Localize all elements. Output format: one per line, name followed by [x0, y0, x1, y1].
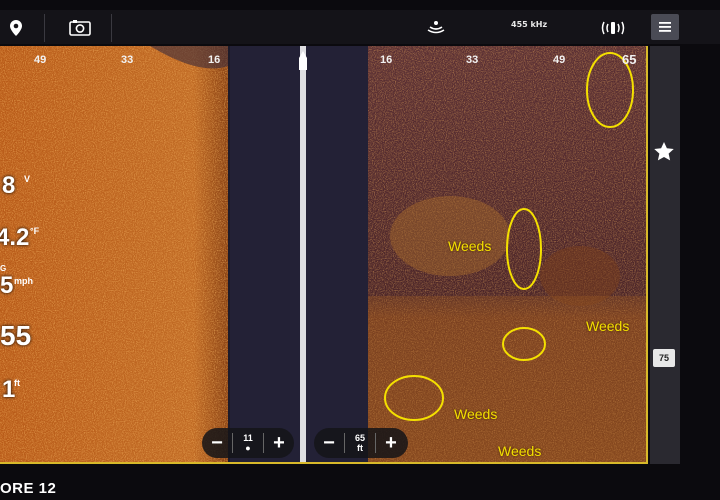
right-range-tick: 49 [553, 54, 566, 66]
zoom-out-button[interactable]: − [202, 428, 232, 458]
right-rail [650, 46, 680, 464]
depth-marker-badge: 75 [653, 349, 675, 367]
star-icon [654, 142, 674, 161]
right-range-tick: 16 [380, 54, 393, 66]
zoom-in-button[interactable]: + [264, 428, 294, 458]
weeds-label: Weeds [586, 318, 630, 334]
range-value-number: 65 [354, 433, 365, 443]
map-pin-icon [10, 20, 22, 36]
menu-button[interactable] [651, 14, 679, 40]
time-value: 55 [0, 320, 32, 351]
voltage-value: 8 [2, 172, 16, 199]
sonar-image [0, 46, 646, 462]
zoom-level-value: 11 [243, 433, 253, 443]
sonar-beam-icon [427, 21, 445, 34]
location-button[interactable] [0, 14, 32, 42]
right-range-tick: 33 [466, 54, 479, 66]
toolbar-divider [111, 14, 112, 42]
zoom-level: 11 ● [232, 433, 264, 453]
right-range-tick: 65 [622, 52, 637, 67]
depth-unit: ft [14, 378, 20, 388]
left-zoom-control: − 11 ● + [202, 428, 294, 458]
transducer-side-icon [601, 21, 625, 35]
water-temp-unit: °F [30, 226, 40, 236]
range-decrease-button[interactable]: − [314, 428, 344, 458]
range-value-unit: ft [357, 443, 363, 453]
weeds-label: Weeds [498, 443, 542, 459]
toolbar-divider [44, 14, 45, 42]
favorite-button[interactable] [654, 142, 674, 166]
camera-view-button[interactable] [62, 14, 98, 42]
left-range-tick: 33 [121, 54, 134, 66]
device-brand-label: ORE 12 [0, 480, 57, 497]
zoom-dot-icon: ● [245, 443, 251, 453]
left-range-tick: 49 [34, 54, 47, 66]
left-range-tick: 16 [208, 54, 221, 66]
speed-value: 5 [0, 272, 14, 299]
transducer-button[interactable] [598, 14, 628, 42]
sonar-button[interactable] [424, 14, 448, 42]
menu-icon [659, 22, 671, 32]
weeds-label: Weeds [448, 238, 492, 254]
camera-view-icon [69, 20, 91, 36]
frequency-readout: 455 kHz [511, 20, 548, 29]
speed-unit: mph [14, 276, 33, 286]
range-value: 65 ft [344, 433, 376, 453]
side-imaging-view[interactable]: 49 33 16 16 33 49 65 8 V 4.2 °F G 5 mph … [0, 46, 648, 464]
water-temp-value: 4.2 [0, 224, 30, 251]
weeds-label: Weeds [454, 406, 498, 422]
range-increase-button[interactable]: + [376, 428, 406, 458]
right-range-control: − 65 ft + [314, 428, 408, 458]
voltage-unit: V [24, 174, 31, 184]
